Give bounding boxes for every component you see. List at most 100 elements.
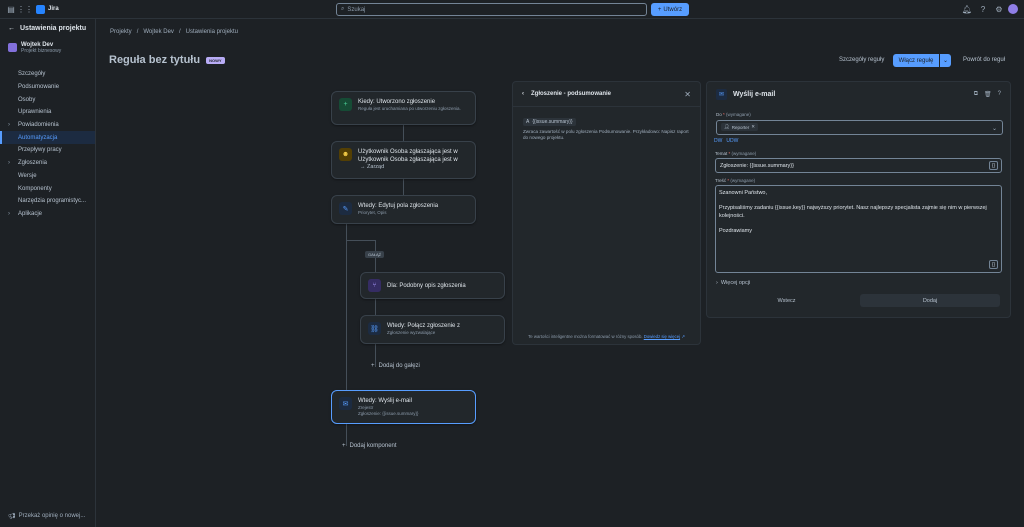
required-note: (wymagane): [730, 178, 756, 183]
smart-value-braces-icon[interactable]: {}: [989, 260, 998, 269]
mail-icon: ✉: [339, 397, 352, 410]
settings-icon[interactable]: ⚙: [992, 2, 1006, 16]
to-select[interactable]: 👤︎ Reporter ✕ ⌄: [716, 120, 1003, 135]
sidebar-item[interactable]: Przepływy pracy: [0, 144, 95, 157]
app-switcher-icon[interactable]: ⋮⋮: [17, 2, 33, 16]
breadcrumb-settings[interactable]: Ustawienia projektu: [186, 29, 238, 35]
chevron-down-icon[interactable]: ⌄: [992, 125, 997, 132]
sidebar-item[interactable]: Narzędzia programistyc...: [0, 195, 95, 208]
sidebar-item[interactable]: › Aplikacje: [0, 208, 95, 221]
help-icon[interactable]: ?: [998, 91, 1001, 98]
sidebar-toggle-icon[interactable]: ▤: [4, 2, 18, 16]
plus-icon: +: [342, 443, 346, 449]
body-content: Szanowni Państwo, Przypisaliśmy zadaniu …: [719, 190, 989, 235]
link-issue-card[interactable]: ⛓ Wtedy: Połącz zgłoszenie z Zgłoszenie …: [360, 315, 505, 344]
sidebar-item[interactable]: Podsumowanie: [0, 81, 95, 94]
project-header[interactable]: Wojtek Dev Projekt biznesowy: [0, 38, 95, 58]
breadcrumb-projects[interactable]: Projekty: [110, 29, 132, 35]
trigger-card[interactable]: + Kiedy: Utworzono zgłoszenie Reguła jes…: [331, 91, 476, 125]
copy-icon[interactable]: ⧉: [974, 91, 978, 98]
edit-title: Wtedy: Edytuj pola zgłoszenia: [358, 203, 439, 209]
trash-icon[interactable]: 🗑︎: [984, 91, 992, 98]
edit-fields-card[interactable]: ✎ Wtedy: Edytuj pola zgłoszenia Prioryte…: [331, 195, 476, 224]
smart-value-description: Zwraca zawartość w polu zgłoszenia Podsu…: [523, 129, 689, 140]
enable-rule-button[interactable]: Włącz regułę ⌄: [893, 54, 951, 67]
sidebar-item[interactable]: Osoby: [0, 93, 95, 106]
bcc-link[interactable]: UDW: [726, 138, 738, 144]
top-navigation: ▤ ⋮⋮ Jira ⌕ Szukaj + Utwórz 🔔︎ ? ⚙: [0, 0, 1024, 19]
add-button[interactable]: Dodaj: [860, 294, 1000, 307]
more-options-toggle[interactable]: › Więcej opcji: [716, 280, 750, 286]
sidebar-item[interactable]: Automatyzacja: [0, 131, 95, 145]
sidebar-item[interactable]: › Powiadomienia: [0, 119, 95, 132]
body-textarea[interactable]: Szanowni Państwo, Przypisaliśmy zadaniu …: [715, 185, 1002, 273]
back-button[interactable]: Wstecz: [716, 294, 857, 307]
condition-icon: ☻: [339, 148, 352, 161]
required-asterisk: *: [721, 112, 725, 117]
jira-logo-icon: [36, 4, 45, 14]
search-input[interactable]: ⌕ Szukaj: [336, 3, 647, 16]
body-line: Szanowni Państwo,: [719, 190, 767, 196]
cc-link[interactable]: DW: [714, 138, 722, 144]
breadcrumb-separator: /: [178, 29, 181, 35]
back-to-settings-link[interactable]: ← Ustawienia projektu: [0, 19, 95, 38]
external-link-icon: ↗: [681, 334, 685, 339]
rule-details-button[interactable]: Szczegóły reguły: [839, 57, 884, 63]
project-avatar-icon: [8, 43, 17, 52]
sidebar-item[interactable]: › Zgłoszenia: [0, 157, 95, 170]
notifications-icon[interactable]: 🔔︎: [960, 2, 974, 16]
sidebar-item-label: Osoby: [18, 96, 36, 103]
email-panel-header: ✉ Wyślij e-mail ⧉ 🗑︎ ?: [707, 82, 1010, 107]
search-placeholder: Szukaj: [347, 6, 366, 13]
chevron-down-icon[interactable]: ⌄: [940, 54, 951, 67]
back-to-rules-button[interactable]: Powrót do reguł: [963, 57, 1005, 63]
feedback-link[interactable]: 📢︎ Przekaż opinię o nowej...: [8, 513, 85, 520]
chevron-right-icon: ›: [8, 210, 10, 217]
search-icon: ⌕: [341, 6, 345, 12]
back-arrow-icon[interactable]: ‹: [522, 91, 524, 97]
condition-subtitle: → Zarząd: [360, 164, 385, 170]
project-type: Projekt biznesowy: [21, 48, 62, 54]
required-note: (wymagane): [731, 151, 757, 156]
learn-more-link[interactable]: Dowiedz się więcej: [644, 334, 680, 339]
trigger-subtitle: Reguła jest uruchamiana po utworzeniu zg…: [358, 106, 461, 111]
flow-connector: [346, 224, 347, 390]
add-to-branch-button[interactable]: + Dodaj do gałęzi: [371, 363, 420, 369]
cc-bcc-links: DW UDW: [714, 138, 738, 144]
jira-logo[interactable]: Jira: [36, 4, 59, 14]
help-icon[interactable]: ?: [976, 2, 990, 16]
flow-connector: [346, 240, 376, 241]
smart-value-braces-icon[interactable]: {}: [989, 161, 998, 170]
email-card-title: Wtedy: Wyślij e-mail: [358, 398, 412, 404]
user-avatar[interactable]: [1008, 4, 1018, 14]
condition-card[interactable]: ☻ Użytkownik Osoba zgłaszająca jest w Uż…: [331, 141, 476, 179]
send-email-card[interactable]: ✉ Wtedy: Wyślij e-mail Zrejestr Zgłoszen…: [331, 390, 476, 424]
body-label: Treść * (wymagane): [715, 178, 755, 183]
breadcrumb-project[interactable]: Wojtek Dev: [143, 29, 174, 35]
chevron-right-icon: ›: [8, 160, 10, 167]
body-line: Przypisaliśmy zadaniu {{issue.key}} najw…: [719, 205, 987, 219]
sidebar-item[interactable]: Uprawnienia: [0, 106, 95, 119]
close-icon[interactable]: ✕: [684, 90, 691, 99]
for-each-card[interactable]: ⑂ Dla: Podobny opis zgłoszenia: [360, 272, 505, 299]
enable-rule-label[interactable]: Włącz regułę: [893, 54, 940, 67]
smart-value-tag: A {{issue.summary}}: [523, 118, 576, 126]
subject-input[interactable]: Zgłoszenie: {{issue.summary}} {}: [715, 158, 1002, 173]
plus-icon: +: [657, 6, 662, 13]
new-badge: NOWY: [206, 56, 225, 64]
sidebar-item[interactable]: Komponenty: [0, 182, 95, 195]
subject-label: Temat * (wymagane): [715, 151, 756, 156]
link-subtitle: Zgłoszenie wyzwalające: [387, 330, 436, 335]
sidebar-item[interactable]: Szczegóły: [0, 68, 95, 81]
for-each-title: Dla: Podobny opis zgłoszenia: [387, 282, 466, 289]
reporter-chip[interactable]: 👤︎ Reporter ✕: [721, 123, 759, 131]
sidebar-item[interactable]: Wersje: [0, 170, 95, 183]
flow-connector: [403, 125, 404, 141]
remove-chip-icon[interactable]: ✕: [751, 124, 755, 130]
create-button[interactable]: + Utwórz: [651, 3, 689, 16]
branch-icon: ⑂: [368, 279, 381, 292]
branch-tag: GAŁĄŹ: [365, 251, 385, 258]
rule-title[interactable]: Reguła bez tytułu: [109, 54, 200, 66]
required-asterisk: *: [726, 178, 730, 183]
add-component-button[interactable]: + Dodaj komponent: [342, 443, 397, 449]
